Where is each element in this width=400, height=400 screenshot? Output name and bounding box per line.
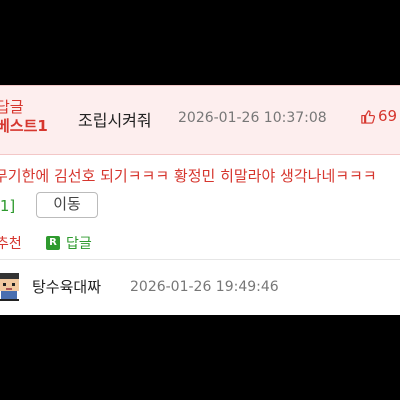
best-badge-line1: 답글 <box>0 98 24 116</box>
comment-date: 2026-01-26 10:37:08 <box>178 110 327 126</box>
comment-row: 탕수육대짜 2026-01-26 19:49:46 <box>0 259 400 315</box>
comment-panel: 답글 베스트1 조립시켜줘 2026-01-26 10:37:08 69 무기한… <box>0 85 400 315</box>
reply-icon: R <box>46 236 60 250</box>
comment-date: 2026-01-26 19:49:46 <box>130 279 279 295</box>
avatar-icon <box>0 273 19 301</box>
comment-author[interactable]: 조립시켜줘 <box>78 107 152 131</box>
reply-count: [1] <box>0 197 16 215</box>
thumbs-up-icon <box>361 109 375 124</box>
best-badge: 답글 베스트1 <box>0 98 48 136</box>
reply-button[interactable]: R 답글 <box>46 233 92 253</box>
comment-author[interactable]: 탕수육대짜 <box>32 276 101 297</box>
move-button[interactable]: 이동 <box>36 192 98 218</box>
reply-label: 답글 <box>66 236 92 252</box>
recommend-button[interactable]: 추천 <box>0 233 22 253</box>
like-count: 69 <box>378 107 398 125</box>
comment-body: 무기한에 김선호 되기ㅋㅋㅋ 황정민 히말라야 생각나네ㅋㅋㅋ <box>0 167 377 185</box>
like-counter[interactable]: 69 <box>360 107 397 125</box>
best-badge-line2: 베스트1 <box>0 117 48 135</box>
best-comment-header: 답글 베스트1 조립시켜줘 2026-01-26 10:37:08 69 <box>0 85 400 155</box>
